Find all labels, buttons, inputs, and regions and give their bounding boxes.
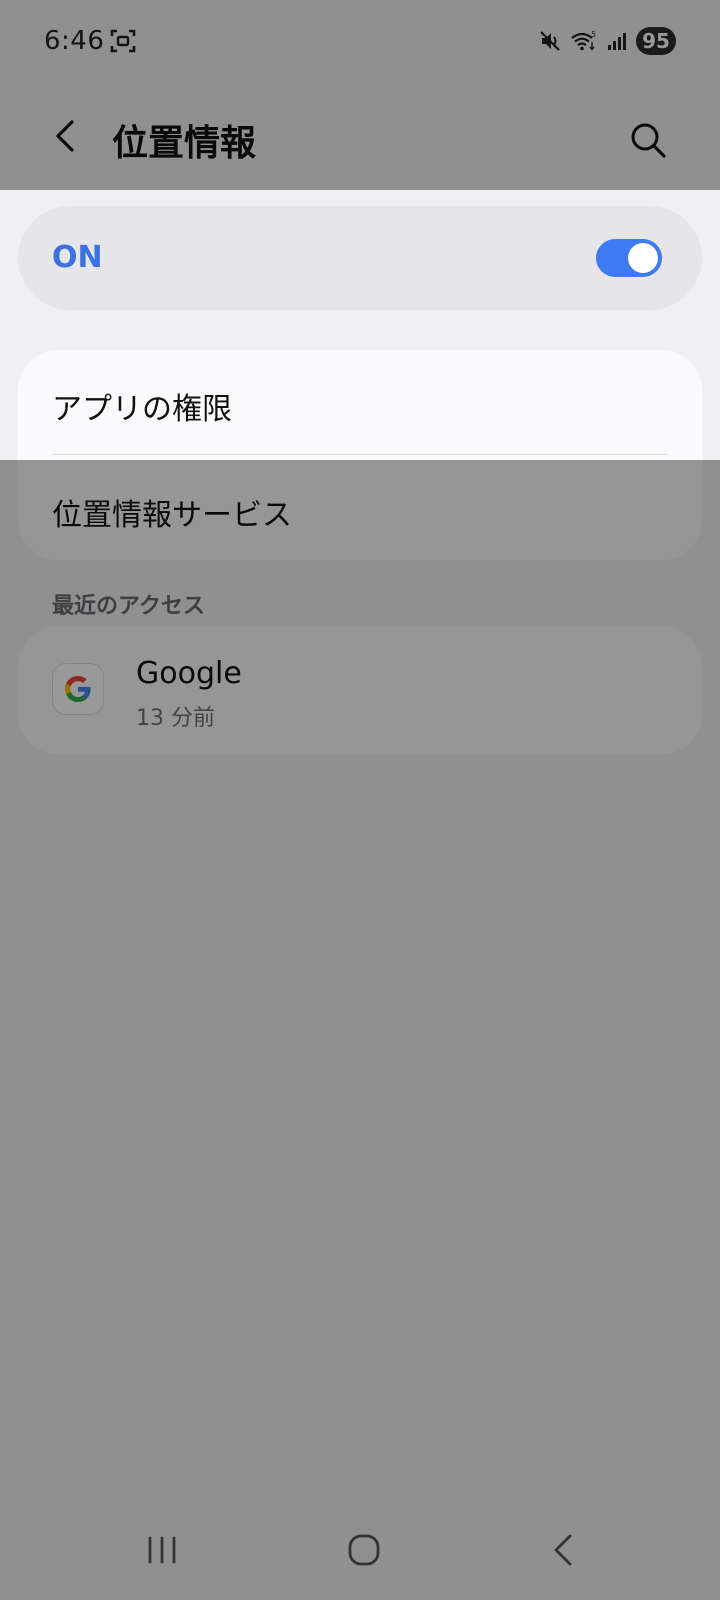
location-toggle[interactable] — [596, 239, 662, 277]
recent-access-item[interactable]: Google 13 分前 — [18, 626, 702, 754]
svg-text:5: 5 — [591, 30, 596, 39]
search-button[interactable] — [628, 120, 668, 160]
search-icon — [631, 123, 666, 158]
status-bar: 6:46 5 95 — [0, 0, 720, 84]
chevron-left-icon — [56, 120, 74, 152]
nav-back-button[interactable] — [540, 1526, 588, 1574]
menu-item-app-permissions[interactable]: アプリの権限 — [18, 350, 702, 454]
navigation-bar — [0, 1500, 720, 1600]
page-title: 位置情報 — [112, 123, 257, 164]
recents-button[interactable] — [138, 1526, 186, 1574]
settings-menu-card: アプリの権限 位置情報サービス — [18, 350, 702, 560]
menu-item-location-services[interactable]: 位置情報サービス — [18, 456, 702, 560]
section-header-recent-access: 最近のアクセス — [52, 594, 205, 619]
status-icons: 5 95 — [538, 24, 676, 58]
google-icon — [52, 663, 104, 715]
screen-record-icon — [110, 28, 136, 54]
status-time: 6:46 — [44, 26, 105, 56]
switch-label: ON — [52, 240, 103, 275]
mute-icon — [538, 29, 562, 53]
menu-item-label: 位置情報サービス — [52, 498, 292, 533]
back-icon — [554, 1534, 572, 1566]
app-access-time: 13 分前 — [136, 706, 215, 731]
app-name: Google — [136, 656, 242, 691]
menu-item-label: アプリの権限 — [52, 392, 232, 427]
home-button[interactable] — [340, 1526, 388, 1574]
back-button[interactable] — [44, 114, 88, 158]
signal-icon — [606, 30, 628, 52]
menu-divider — [52, 454, 668, 455]
toggle-knob — [628, 243, 658, 273]
wifi-5ghz-icon: 5 — [570, 29, 598, 53]
location-master-switch[interactable]: ON — [18, 206, 702, 310]
recents-icon — [148, 1536, 176, 1564]
battery-icon: 95 — [636, 27, 676, 55]
header: 位置情報 — [0, 84, 720, 188]
home-icon — [348, 1534, 380, 1566]
